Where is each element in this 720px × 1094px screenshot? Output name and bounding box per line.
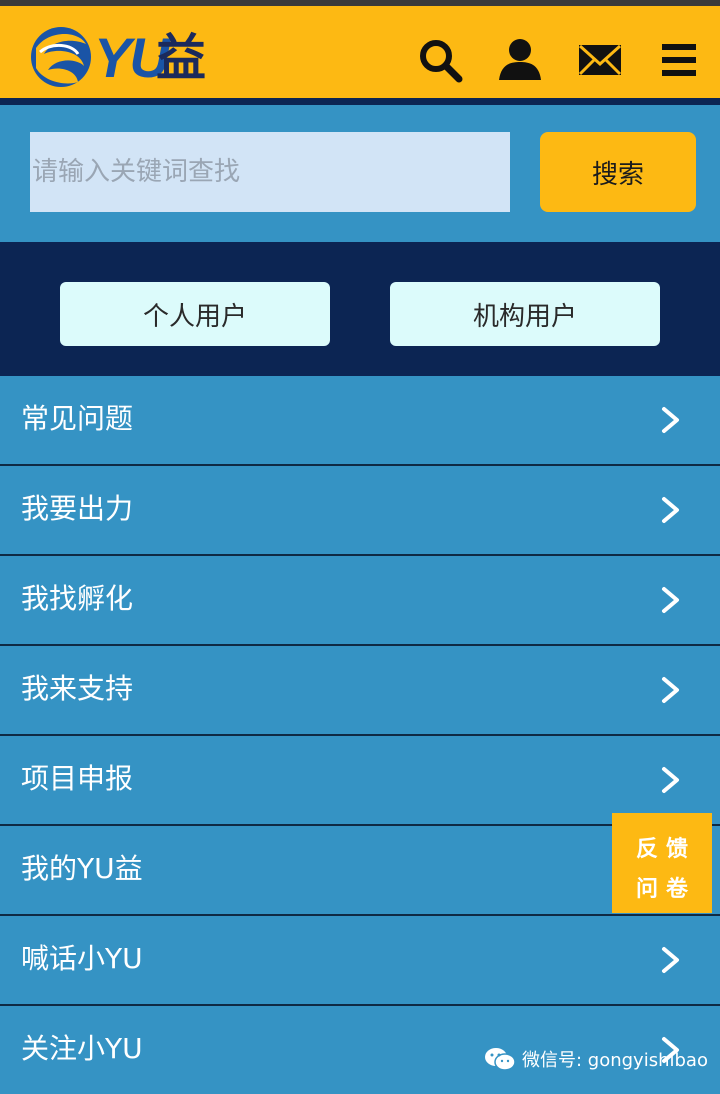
wechat-watermark: 微信号: gongyishibao (484, 1044, 708, 1074)
menu-item-label: 项目申报 (21, 762, 134, 795)
menu-item-label: 我要出力 (21, 492, 134, 525)
menu-item-faq[interactable]: 常见问题 (0, 376, 720, 466)
menu-item-label: 喊话小YU (21, 942, 143, 975)
menu-item-contribute[interactable]: 我要出力 (0, 466, 720, 556)
chevron-right-icon (662, 407, 679, 433)
chevron-right-icon (662, 587, 679, 613)
institution-user-button[interactable]: 机构用户 (390, 282, 660, 346)
chevron-right-icon (662, 767, 679, 793)
chevron-right-icon (662, 497, 679, 523)
feedback-survey-button[interactable]: 反馈 问卷 (612, 813, 712, 913)
watermark-text: 微信号: gongyishibao (522, 1050, 708, 1071)
search-button[interactable]: 搜索 (540, 132, 696, 212)
menu-item-incubation[interactable]: 我找孵化 (0, 556, 720, 646)
search-bar: 搜索 (0, 105, 720, 242)
menu-item-support[interactable]: 我来支持 (0, 646, 720, 736)
app-logo[interactable]: YU 益 (26, 20, 216, 96)
personal-user-button[interactable]: 个人用户 (60, 282, 330, 346)
feedback-label-line2: 问卷 (635, 877, 696, 902)
user-type-bar: 个人用户 机构用户 (0, 242, 720, 376)
menu-item-label: 我找孵化 (21, 582, 134, 615)
menu-item-label: 常见问题 (21, 402, 134, 435)
search-icon[interactable] (416, 36, 464, 84)
logo-swirl-icon (31, 27, 91, 87)
wechat-icon (485, 1048, 516, 1071)
menu-icon[interactable] (656, 36, 704, 84)
chevron-right-icon (662, 947, 679, 973)
menu-item-shout[interactable]: 喊话小YU (0, 916, 720, 1006)
logo-chinese: 益 (156, 29, 206, 87)
user-icon[interactable] (496, 36, 544, 84)
chevron-right-icon (662, 677, 679, 703)
menu-item-label: 我来支持 (21, 672, 134, 705)
header-divider (0, 98, 720, 105)
feedback-label-line1: 反馈 (635, 837, 696, 862)
main-menu: 常见问题 我要出力 我找孵化 我来支持 项目申报 我的YU益 喊话小YU 关注小… (0, 376, 720, 1094)
menu-item-label: 我的YU益 (21, 852, 143, 885)
app-header: YU 益 (0, 6, 720, 98)
menu-item-label: 关注小YU (21, 1032, 143, 1065)
search-input[interactable] (30, 132, 510, 212)
mail-icon[interactable] (576, 36, 624, 84)
